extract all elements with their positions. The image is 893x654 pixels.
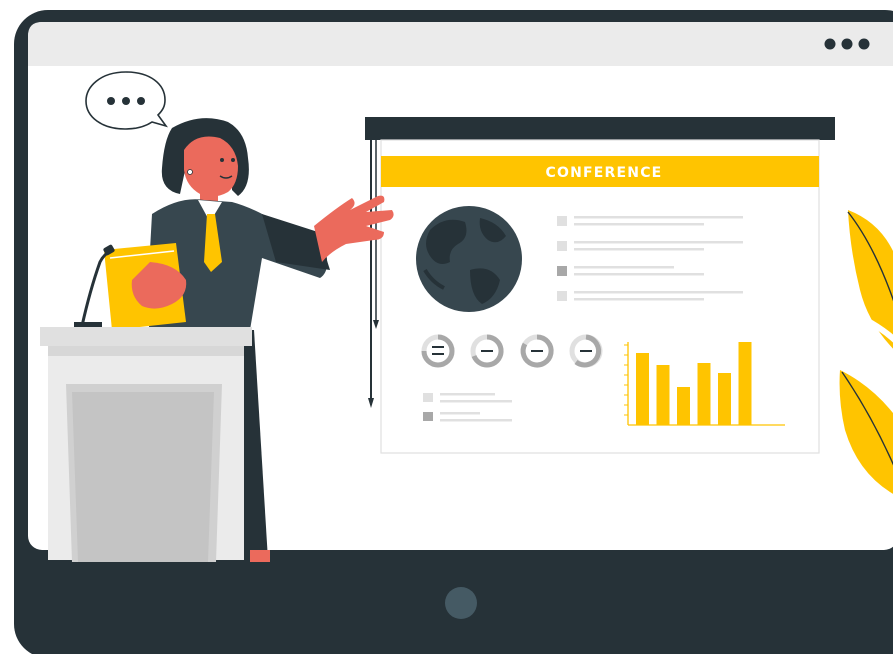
podium — [40, 327, 252, 562]
chart-bar — [636, 353, 649, 425]
conference-illustration: CONFERENCE — [14, 10, 893, 654]
window-menu-icon[interactable] — [824, 38, 870, 50]
chart-bar — [718, 373, 731, 425]
ellipsis-icon — [107, 97, 145, 105]
chart-bar — [677, 387, 690, 425]
window-titlebar — [28, 22, 893, 66]
illustration-scene: CONFERENCE — [0, 0, 893, 654]
home-button-icon[interactable] — [445, 587, 477, 619]
presentation-title: CONFERENCE — [546, 165, 663, 181]
chart-bar — [738, 342, 752, 425]
speech-bubble — [85, 71, 169, 130]
chart-bar — [697, 363, 711, 425]
globe-icon — [416, 206, 522, 312]
chart-bar — [656, 365, 670, 425]
